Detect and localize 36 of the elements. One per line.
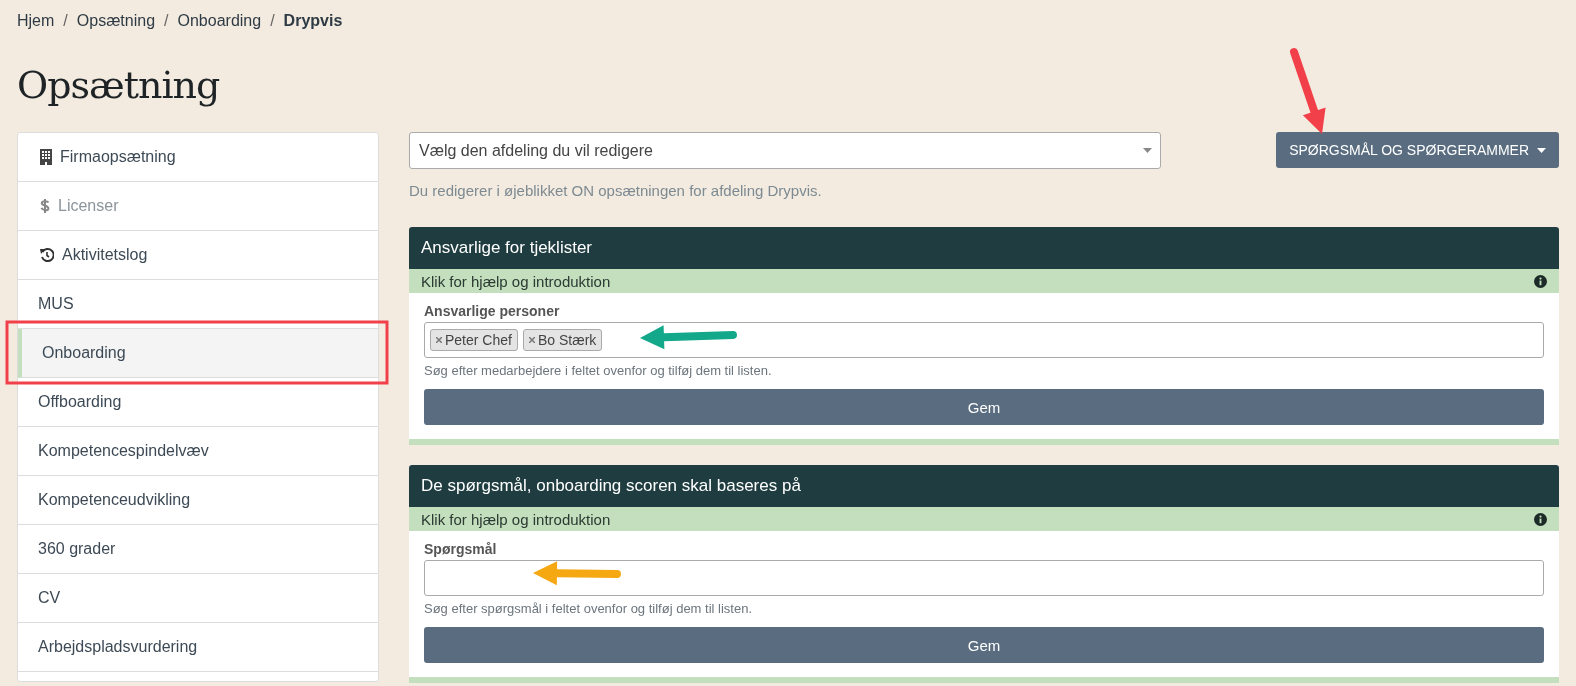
- page-title: Opsætning: [17, 63, 221, 107]
- sidebar-item[interactable]: CV: [18, 574, 378, 623]
- field-hint: Søg efter spørgsmål i feltet ovenfor og tilføj dem til listen.: [424, 601, 753, 616]
- help-bar[interactable]: Klik for hjælp og introduktion: [409, 269, 1559, 293]
- breadcrumb-link[interactable]: Opsætning: [76, 12, 156, 30]
- breadcrumb-separator: /: [270, 12, 275, 30]
- help-text: Klik for hjælp og introduktion: [421, 272, 611, 290]
- select-placeholder: Vælg den afdeling du vil redigere: [419, 141, 653, 160]
- breadcrumb-current: Drypvis: [283, 12, 343, 30]
- info-text: Du redigerer i øjeblikket ON opsætningen for afdeling Drypvis.: [409, 182, 823, 199]
- person-tag: Peter Chef: [430, 329, 518, 351]
- breadcrumb-link[interactable]: Onboarding: [177, 12, 262, 30]
- sidebar-item[interactable]: Arbejdspladsvurdering: [18, 623, 378, 672]
- breadcrumb-separator: /: [164, 12, 169, 30]
- card-header: Ansvarlige for tjeklister: [409, 227, 1559, 269]
- save-button[interactable]: Gem: [424, 389, 1544, 425]
- sidebar-item[interactable]: Aktivitetslog: [18, 231, 378, 280]
- breadcrumb-link[interactable]: Hjem: [17, 12, 55, 30]
- help-bar[interactable]: Klik for hjælp og introduktion: [409, 507, 1559, 531]
- card-header: De spørgsmål, onboarding scoren skal baseres på: [409, 465, 1559, 507]
- help-text: Klik for hjælp og introduktion: [421, 510, 611, 528]
- field-hint: Søg efter medarbejdere i feltet ovenfor og tilføj dem til listen.: [424, 363, 773, 378]
- sidebar-item[interactable]: Firmaopsætning: [18, 133, 378, 182]
- sidebar-item[interactable]: Kompetenceudvikling: [18, 476, 378, 525]
- sidebar-item[interactable]: Onboarding: [18, 329, 378, 378]
- field-label: Spørgsmål: [424, 541, 498, 557]
- person-tag: Bo Stærk: [522, 329, 603, 351]
- sidebar-item[interactable]: Offboarding: [18, 378, 378, 427]
- field-label: Ansvarlige personer: [424, 303, 561, 319]
- save-button[interactable]: Gem: [424, 627, 1544, 663]
- department-select[interactable]: Vælg den afdeling du vil redigere: [409, 132, 1161, 169]
- breadcrumb-separator: /: [63, 12, 68, 30]
- search-field[interactable]: Peter Chef Bo Stærk: [424, 322, 1544, 358]
- dropdown-button[interactable]: SPØRGSMÅL OG SPØRGERAMMER: [1276, 132, 1559, 168]
- sidebar-item[interactable]: Kompetencespindelvæv: [18, 427, 378, 476]
- sidebar-item[interactable]: 360 grader: [18, 525, 378, 574]
